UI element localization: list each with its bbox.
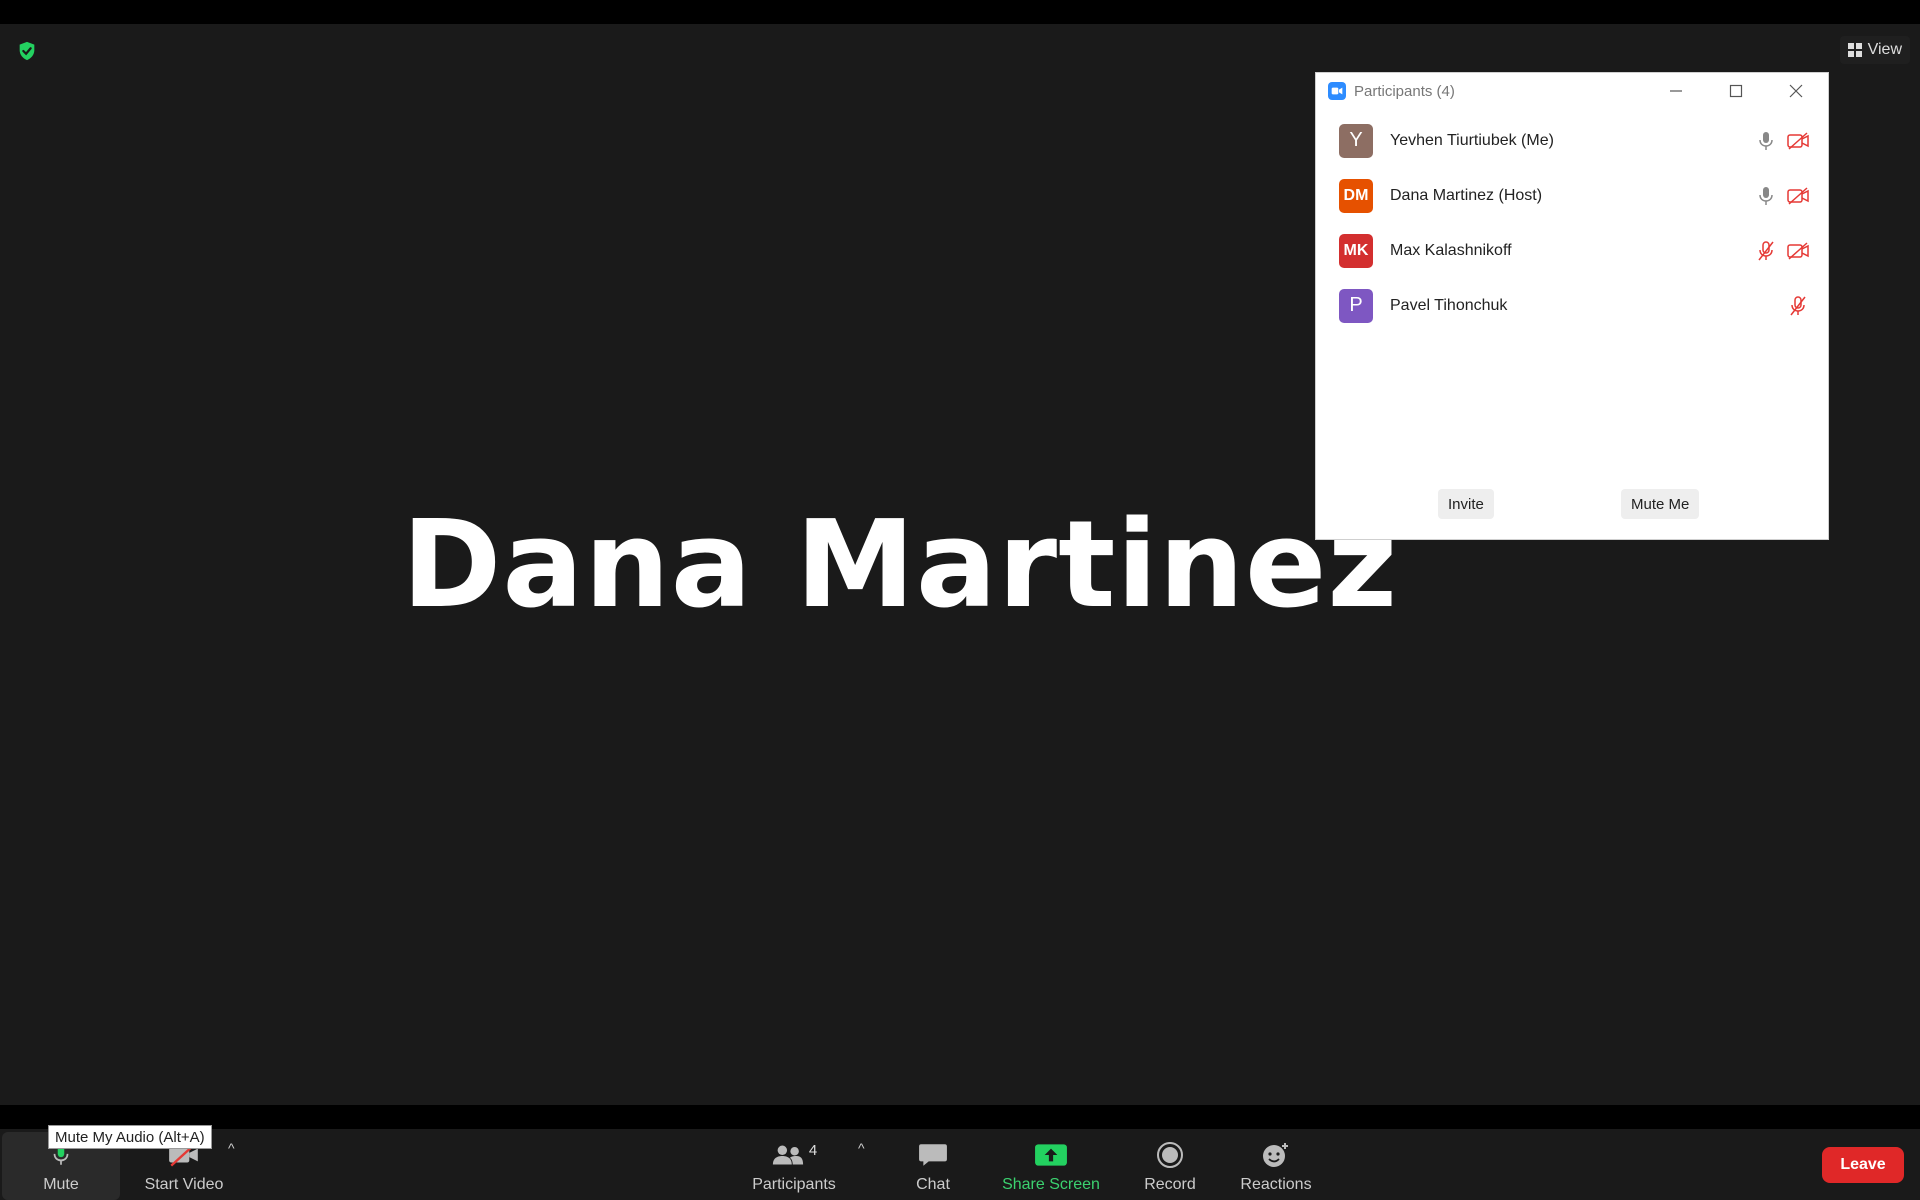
invite-button[interactable]: Invite [1438,489,1494,519]
minimize-button[interactable] [1656,77,1696,105]
participants-button[interactable]: 4 Participants [740,1132,848,1200]
video-off-icon [1787,241,1809,260]
avatar: DM [1339,178,1373,213]
microphone-icon [1759,131,1773,150]
top-strip [0,0,1920,24]
participants-count: 4 [808,1141,818,1159]
mute-me-button[interactable]: Mute Me [1621,489,1700,519]
video-off-icon [1787,186,1809,205]
participant-row[interactable]: Y Yevhen Tiurtiubek (Me) [1316,113,1828,168]
panel-titlebar[interactable]: Participants (4) [1316,73,1828,109]
leave-button[interactable]: Leave [1822,1147,1904,1183]
speaker-name-text: Dana Martinez [401,495,1399,635]
video-options-caret-icon[interactable]: ^ [228,1140,235,1156]
microphone-icon [1759,186,1773,205]
participant-name: Max Kalashnikoff [1390,241,1512,259]
share-screen-label: Share Screen [1002,1176,1100,1193]
reactions-button[interactable]: Reactions [1236,1132,1316,1200]
record-button[interactable]: Record [1136,1132,1204,1200]
toolbar-separator [0,1105,1920,1129]
minimize-icon [1670,90,1682,92]
participants-icon [772,1145,803,1165]
participants-options-caret-icon[interactable]: ^ [858,1140,865,1156]
view-button[interactable]: View [1839,36,1910,64]
avatar: Y [1339,123,1373,158]
chat-label: Chat [916,1176,950,1193]
reactions-label: Reactions [1240,1176,1312,1193]
chat-icon [919,1144,947,1166]
participant-list: Y Yevhen Tiurtiubek (Me) DM Dana Martine… [1316,113,1828,333]
participants-panel: Participants (4) Y Yevhen Tiurtiubek (Me… [1315,72,1829,540]
share-screen-button[interactable]: Share Screen [996,1132,1106,1200]
share-screen-icon [1035,1144,1067,1166]
grid-view-icon [1847,43,1862,57]
record-label: Record [1144,1176,1196,1193]
participant-name: Yevhen Tiurtiubek (Me) [1390,131,1554,149]
panel-title: Participants (4) [1354,82,1455,100]
microphone-muted-icon [1758,240,1774,260]
mute-tooltip: Mute My Audio (Alt+A) [48,1125,212,1149]
start-video-label: Start Video [144,1176,224,1193]
view-label: View [1867,41,1902,58]
zoom-app-icon [1328,82,1346,100]
close-button[interactable] [1776,77,1816,105]
maximize-button[interactable] [1716,77,1756,105]
participant-name: Dana Martinez (Host) [1390,186,1543,204]
video-off-icon [1787,131,1809,150]
reactions-icon [1263,1143,1288,1167]
maximize-icon [1729,84,1743,98]
participant-name: Pavel Tihonchuk [1390,296,1508,314]
record-icon [1157,1142,1183,1168]
microphone-muted-icon [1790,295,1806,315]
close-icon [1789,84,1803,98]
participants-label: Participants [752,1176,836,1193]
participant-row[interactable]: MK Max Kalashnikoff [1316,223,1828,278]
avatar: P [1339,288,1373,323]
participant-row[interactable]: P Pavel Tihonchuk [1316,278,1828,333]
mute-label: Mute [43,1176,79,1193]
encryption-shield-icon[interactable] [16,40,38,62]
participant-row[interactable]: DM Dana Martinez (Host) [1316,168,1828,223]
chat-button[interactable]: Chat [900,1132,966,1200]
avatar: MK [1339,233,1373,268]
panel-footer: Invite Mute Me [1316,489,1828,519]
